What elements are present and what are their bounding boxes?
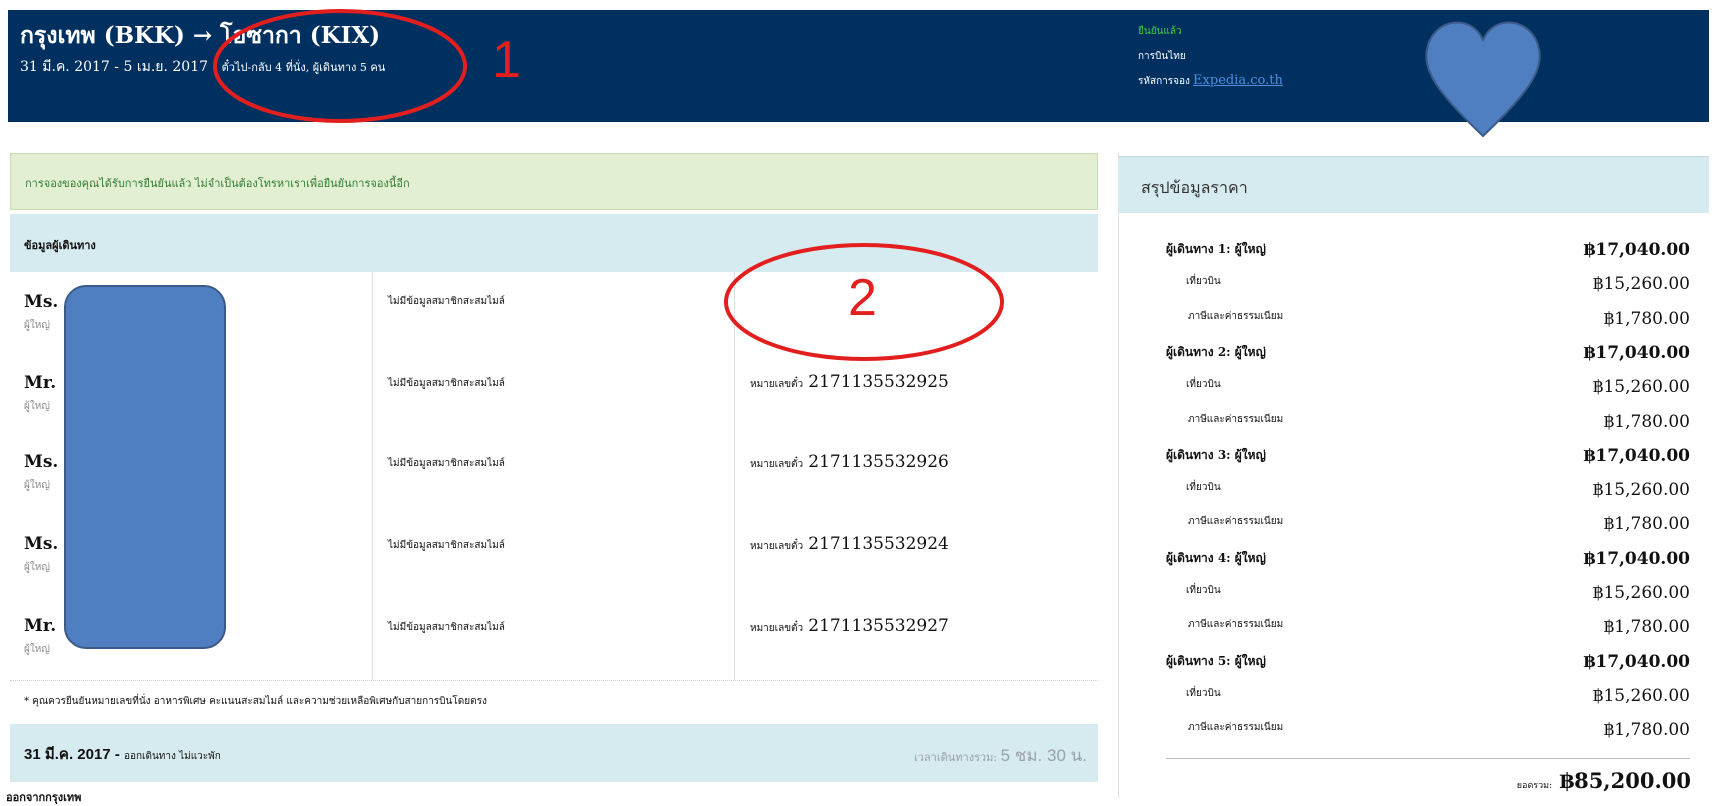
annotation-ellipse-1 xyxy=(213,9,467,123)
annotation-marker-2: 2 xyxy=(848,269,877,327)
annotation-marker-1: 1 xyxy=(492,31,521,89)
heart-icon xyxy=(1425,21,1541,138)
annotation-layer xyxy=(213,9,1541,361)
